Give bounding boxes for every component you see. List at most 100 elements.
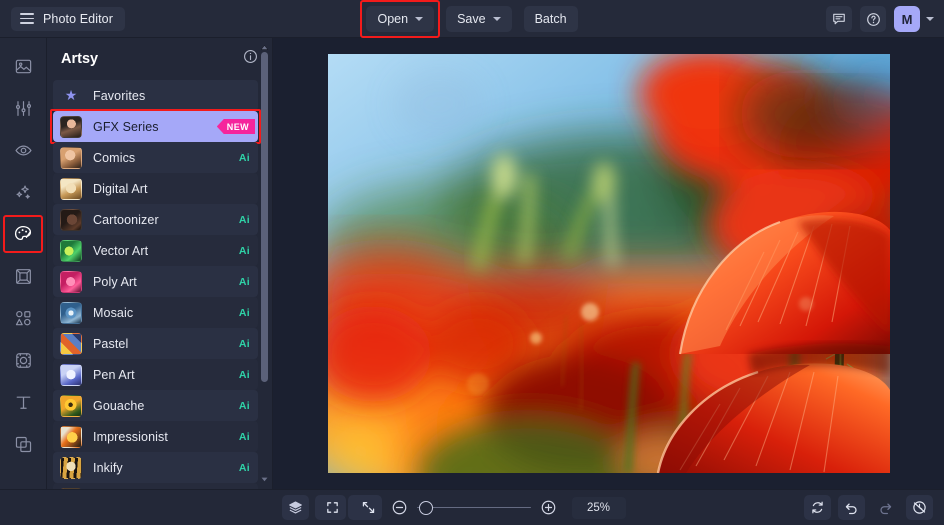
reset-icon [812, 501, 823, 514]
chevron-down-icon [415, 17, 424, 21]
list-item[interactable]: Cartoonizer Ai [53, 204, 258, 235]
list-item[interactable]: Vector Art Ai [53, 235, 258, 266]
panel-scrollbar[interactable] [261, 44, 268, 483]
reset-button[interactable] [804, 495, 831, 520]
list-item[interactable]: GFX Series NEW [50, 109, 261, 144]
canvas-area[interactable] [273, 38, 944, 489]
list-item-label: GFX Series [93, 119, 159, 134]
frame-border-icon [15, 268, 31, 284]
list-item[interactable]: Poly Art Ai [53, 266, 258, 297]
redo-button[interactable] [872, 495, 899, 520]
list-item[interactable]: Comics Ai [53, 142, 258, 173]
info-icon[interactable] [243, 49, 258, 69]
list-item[interactable]: Impressionist Ai [53, 421, 258, 452]
header-center-tools: Open Save Batch [0, 0, 944, 38]
batch-button[interactable]: Batch [523, 6, 578, 32]
list-item[interactable]: ★ Favorites [53, 80, 258, 111]
crop-overlay-icon [15, 352, 31, 368]
ai-badge: Ai [238, 275, 250, 288]
ai-badge: Ai [238, 213, 250, 226]
sidebar-item-adjust[interactable] [9, 94, 37, 122]
open-button-label: Open [377, 12, 409, 26]
ai-badge: Ai [238, 368, 250, 381]
zoom-slider[interactable] [416, 500, 531, 515]
zoom-level-display[interactable]: 25% [571, 496, 626, 519]
open-button[interactable]: Open [366, 6, 435, 32]
star-icon: ★ [64, 87, 78, 103]
tool-rail [0, 38, 47, 489]
effect-thumbnail [60, 425, 82, 448]
effect-list[interactable]: ★ Favorites GFX Series NEW Comics Ai Digital A… [47, 80, 272, 489]
list-item[interactable]: Pen Art Ai [53, 359, 258, 390]
sidebar-item-artsy[interactable] [3, 215, 43, 253]
layers-button[interactable] [282, 495, 309, 520]
list-item-label: Cartoonizer [93, 212, 159, 227]
list-item[interactable]: Inkify Ai [53, 452, 258, 483]
ai-badge: Ai [238, 461, 250, 474]
list-item[interactable]: Mosaic Ai [53, 297, 258, 328]
sidebar-item-image[interactable] [9, 52, 37, 80]
list-item-label: Impressionist [93, 429, 168, 444]
undo-icon [845, 503, 857, 515]
zoom-in-icon [541, 500, 555, 515]
zoom-out-icon [392, 500, 406, 515]
help-icon [866, 12, 880, 26]
list-item[interactable]: Digital Art [53, 173, 258, 204]
ai-badge: Ai [238, 337, 250, 350]
canvas-image[interactable] [327, 54, 890, 473]
chevron-down-icon [261, 477, 268, 482]
effect-thumbnail [60, 301, 82, 324]
ai-badge: Ai [238, 430, 250, 443]
help-button[interactable] [860, 6, 886, 32]
sidebar-item-layers[interactable] [9, 430, 37, 458]
bottom-toolbar: 25% [0, 489, 944, 525]
zoom-slider-thumb[interactable] [418, 500, 433, 515]
app-menu-button[interactable]: Photo Editor [11, 6, 125, 31]
open-button-highlight: Open [360, 0, 440, 38]
effect-thumbnail [60, 363, 82, 386]
list-item-label: Mosaic [93, 305, 134, 320]
text-icon [16, 396, 30, 409]
list-item-label: Pen Art [93, 367, 135, 382]
effects-panel: Artsy ★ Favorites GFX Series NEW Comics Ai Dig… [47, 38, 273, 489]
sidebar-item-text[interactable] [9, 388, 37, 416]
palette-artsy-icon [14, 225, 32, 241]
sidebar-item-retouch[interactable] [9, 136, 37, 164]
sidebar-item-effects[interactable] [9, 178, 37, 206]
undo-button[interactable] [838, 495, 865, 520]
scrollbar-thumb[interactable] [261, 52, 268, 382]
scroll-down-arrow-icon[interactable] [261, 476, 268, 483]
list-item-label: Comics [93, 150, 136, 165]
effect-thumbnail [60, 239, 82, 262]
account-chevron-down-icon[interactable] [926, 17, 934, 21]
bottom-center-tools: 25% [0, 495, 944, 520]
ai-badge: Ai [238, 306, 250, 319]
zoom-out-button[interactable] [391, 499, 408, 516]
shapes-icon [15, 310, 31, 325]
layers-stack-icon [15, 436, 31, 452]
list-item-label: Favorites [93, 88, 146, 103]
app-root: Photo Editor Open Save Batch M Artsy ★ F… [0, 0, 944, 525]
list-item[interactable]: Gouache Ai [53, 390, 258, 421]
effect-thumbnail [60, 177, 82, 200]
scroll-up-arrow-icon[interactable] [261, 44, 268, 51]
poppy-photograph [327, 54, 890, 473]
history-button[interactable] [906, 495, 933, 520]
list-item[interactable]: Pastel Ai [53, 328, 258, 359]
fit-to-screen-button[interactable] [318, 495, 346, 520]
avatar[interactable]: M [894, 6, 920, 32]
feedback-button[interactable] [826, 6, 852, 32]
sidebar-item-frames[interactable] [9, 262, 37, 290]
collapse-arrows-icon [362, 501, 374, 514]
ai-badge: Ai [238, 151, 250, 164]
list-item-label: Inkify [93, 460, 123, 475]
chat-icon [833, 13, 845, 25]
zoom-in-button[interactable] [540, 499, 557, 516]
effect-thumbnail [60, 146, 82, 169]
zoom-slider-track [416, 506, 531, 509]
actual-size-button[interactable] [354, 495, 382, 520]
sidebar-item-shapes[interactable] [9, 304, 37, 332]
save-button[interactable]: Save [446, 6, 512, 32]
panel-title: Artsy [61, 51, 99, 67]
sidebar-item-overlays[interactable] [9, 346, 37, 374]
